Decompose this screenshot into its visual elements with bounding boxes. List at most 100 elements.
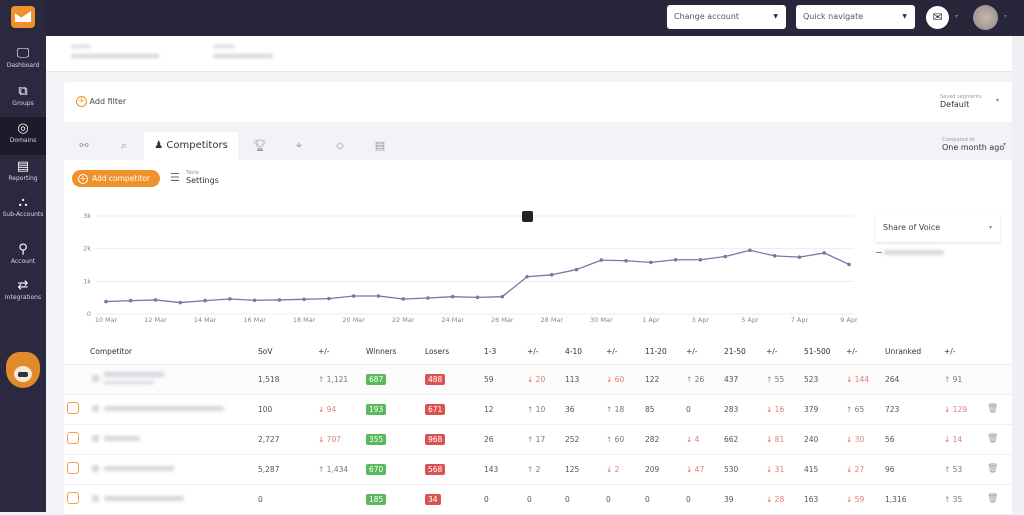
competitor-name-blurred[interactable] <box>104 406 224 411</box>
table-cell: ↑ 65 <box>846 394 885 425</box>
scrollbar[interactable] <box>1012 36 1024 512</box>
losers-badge[interactable]: 671 <box>425 403 446 415</box>
data-point <box>252 298 257 303</box>
add-filter-button[interactable]: + Add filter <box>76 96 126 107</box>
competitor-name-blurred[interactable] <box>104 372 164 377</box>
winners-badge[interactable]: 687 <box>366 373 387 385</box>
row-checkbox[interactable] <box>67 492 79 504</box>
table-cell: 163 <box>804 484 846 515</box>
sidebar-item-reporting[interactable]: ▤ Reporting <box>0 155 46 193</box>
arrow-down-icon: ↓ <box>766 494 775 504</box>
note-icon[interactable] <box>522 211 533 222</box>
avatar[interactable] <box>973 5 998 30</box>
column-header[interactable]: 1-3 <box>484 340 527 365</box>
column-header[interactable]: 51-500 <box>804 340 846 365</box>
change-value: 16 <box>774 404 785 414</box>
clipboard-icon: ▤ <box>374 139 386 152</box>
quick-navigate-select[interactable]: Quick navigate ▼ <box>796 5 915 29</box>
tab-target[interactable]: ⌖ <box>279 132 319 160</box>
winners-badge[interactable]: 185 <box>366 493 387 505</box>
losers-badge[interactable]: 968 <box>425 433 446 445</box>
sliders-icon[interactable]: ☰ <box>170 171 180 184</box>
column-header[interactable]: 4-10 <box>565 340 606 365</box>
compared-to-value: One month ago <box>942 143 1005 152</box>
sidebar-item-sub-accounts[interactable]: ⛬ Sub-Accounts <box>0 193 46 231</box>
losers-badge[interactable]: 34 <box>425 493 441 505</box>
mail-caret-icon[interactable]: ▾ <box>955 13 958 20</box>
column-header[interactable]: +/- <box>686 340 724 365</box>
winners-badge[interactable]: 670 <box>366 463 387 475</box>
tab-competitors[interactable]: ♟ Competitors <box>144 132 238 160</box>
table-cell: 252 <box>565 424 606 455</box>
column-header[interactable]: Competitor <box>90 340 258 365</box>
column-header[interactable]: 11-20 <box>645 340 686 365</box>
trash-icon[interactable]: 🗑︎ <box>987 494 998 504</box>
y-tick-label: 2k <box>83 245 91 253</box>
change-value: 81 <box>774 434 785 444</box>
table-cell: 968 <box>425 424 484 455</box>
table-cell: 0 <box>645 484 686 515</box>
column-header[interactable]: +/- <box>527 340 565 365</box>
sidebar-item-groups[interactable]: ⧉ Groups <box>0 80 46 118</box>
tab-tags[interactable]: ⬦ <box>320 132 360 160</box>
column-header[interactable]: Winners <box>366 340 425 365</box>
column-header[interactable]: SoV <box>258 340 318 365</box>
sidebar-item-domains[interactable]: ◎ Domains <box>0 117 46 155</box>
table-cell: ↓ 30 <box>846 424 885 455</box>
table-cell: ↓ 14 <box>944 424 987 455</box>
actions-cell: 🗑︎ <box>987 484 1012 515</box>
column-header[interactable]: +/- <box>944 340 987 365</box>
arrow-up-icon: ↑ <box>686 374 695 384</box>
trash-icon[interactable]: 🗑︎ <box>987 434 998 444</box>
competitor-name-blurred[interactable] <box>104 436 140 441</box>
tab-overview[interactable]: ⚯ <box>64 132 104 160</box>
column-header[interactable]: Losers <box>425 340 484 365</box>
row-checkbox[interactable] <box>67 402 79 414</box>
saved-segments-select[interactable]: Saved segments Default <box>940 94 982 109</box>
sidebar-item-label: Dashboard <box>6 62 40 69</box>
losers-badge[interactable]: 568 <box>425 463 446 475</box>
competitor-name-blurred[interactable] <box>104 466 174 471</box>
trash-icon[interactable]: 🗑︎ <box>987 464 998 474</box>
column-header[interactable]: +/- <box>318 340 366 365</box>
checkbox-header <box>64 340 90 365</box>
table-row: 2,727 ↓ 707 355 968 26 ↑ 17 252 ↑ 60 282 ↓ 4 662 ↓ … <box>64 424 1012 455</box>
trash-icon[interactable]: 🗑︎ <box>987 404 998 414</box>
arrow-down-icon: ↓ <box>766 464 775 474</box>
column-header[interactable]: +/- <box>846 340 885 365</box>
column-header[interactable]: Unranked <box>885 340 944 365</box>
table-cell: ↓ 707 <box>318 424 366 455</box>
column-header[interactable]: 21-50 <box>724 340 766 365</box>
column-header[interactable]: +/- <box>606 340 645 365</box>
app-logo[interactable] <box>11 6 35 28</box>
sidebar-item-account[interactable]: ⚲ Account <box>0 238 46 276</box>
data-point <box>302 297 306 302</box>
change-value: 18 <box>614 404 625 414</box>
legend-entry-blurred[interactable] <box>884 250 944 255</box>
change-account-select[interactable]: Change account ▼ <box>667 5 786 29</box>
column-header[interactable]: +/- <box>766 340 804 365</box>
add-competitor-button[interactable]: + Add competitor <box>72 170 160 187</box>
compared-to-select[interactable]: Compared to One month ago <box>942 137 1004 152</box>
table-settings-button[interactable]: Table Settings <box>186 170 219 185</box>
tab-notes[interactable]: ▤ <box>360 132 400 160</box>
metric-select[interactable]: Share of Voice ▾ <box>876 213 1000 242</box>
row-checkbox[interactable] <box>67 432 79 444</box>
tab-keywords[interactable]: ⌕ <box>104 132 144 160</box>
competitor-name-blurred[interactable] <box>104 496 184 501</box>
x-tick-label: 3 Apr <box>692 316 710 324</box>
arrow-down-icon: ↓ <box>318 434 327 444</box>
losers-badge[interactable]: 488 <box>425 373 446 385</box>
mail-icon[interactable]: ✉ <box>926 6 949 29</box>
winners-badge[interactable]: 355 <box>366 433 387 445</box>
table-cell: ↓ 144 <box>846 364 885 395</box>
sidebar-item-integrations[interactable]: ⇄ Integrations <box>0 274 46 312</box>
sidebar-item-dashboard[interactable]: 🖵 Dashboard <box>0 42 46 80</box>
data-point <box>723 254 727 259</box>
winners-badge[interactable]: 193 <box>366 403 387 415</box>
tab-winners[interactable]: 🏆︎ <box>240 132 280 160</box>
table-cell: ↑ 60 <box>606 424 645 455</box>
avatar-caret-icon[interactable]: ▾ <box>1004 13 1007 20</box>
arrow-down-icon: ↓ <box>318 404 327 414</box>
row-checkbox[interactable] <box>67 462 79 474</box>
